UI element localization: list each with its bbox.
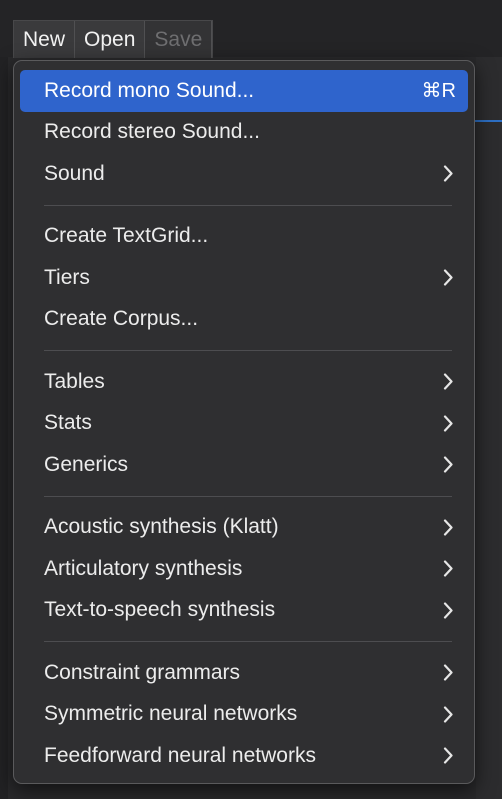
menu-item-label: Create TextGrid... — [44, 224, 209, 248]
menu-item-label: Feedforward neural networks — [44, 743, 316, 767]
chevron-right-icon — [442, 704, 454, 724]
menu-item-acoustic-synthesis-klatt[interactable]: Acoustic synthesis (Klatt) — [20, 507, 468, 549]
menu-new[interactable]: New — [14, 21, 76, 58]
menu-item-create-corpus[interactable]: Create Corpus... — [20, 299, 468, 341]
chevron-right-icon — [442, 455, 454, 475]
chevron-right-icon — [442, 413, 454, 433]
chevron-right-icon — [442, 517, 454, 537]
menu-item-constraint-grammars[interactable]: Constraint grammars — [20, 652, 468, 694]
menu-item-tiers[interactable]: Tiers — [20, 257, 468, 299]
window-left-edge — [0, 57, 8, 799]
menu-item-sound[interactable]: Sound — [20, 153, 468, 195]
menu-item-label: Text-to-speech synthesis — [44, 598, 276, 622]
menu-item-label: Create Corpus... — [44, 307, 199, 331]
menu-bar: New Open Save — [13, 20, 214, 58]
menu-item-articulatory-synthesis[interactable]: Articulatory synthesis — [20, 548, 468, 590]
menu-separator — [44, 350, 452, 351]
keyboard-shortcut: ⌘R — [421, 80, 456, 103]
menu-item-label: Constraint grammars — [44, 660, 241, 684]
menu-item-text-to-speech-synthesis[interactable]: Text-to-speech synthesis — [20, 590, 468, 632]
menu-item-stats[interactable]: Stats — [20, 403, 468, 445]
menu-open[interactable]: Open — [75, 21, 146, 58]
menu-item-symmetric-neural-networks[interactable]: Symmetric neural networks — [20, 694, 468, 736]
menu-item-label: Tiers — [44, 265, 90, 289]
menu-item-label: Tables — [44, 369, 105, 393]
menu-item-label: Record stereo Sound... — [44, 120, 260, 144]
chevron-right-icon — [442, 559, 454, 579]
menu-item-label: Sound — [44, 161, 105, 185]
chevron-right-icon — [442, 600, 454, 620]
menu-item-generics[interactable]: Generics — [20, 444, 468, 486]
menu-separator — [44, 641, 452, 642]
chevron-right-icon — [442, 372, 454, 392]
background-panel — [476, 57, 502, 799]
menu-item-record-mono-sound[interactable]: Record mono Sound... ⌘R — [20, 70, 468, 112]
menu-separator — [44, 204, 452, 206]
background-accent-line — [473, 120, 502, 122]
menu-item-feedforward-neural-networks[interactable]: Feedforward neural networks — [20, 735, 468, 777]
menu-item-tables[interactable]: Tables — [20, 361, 468, 403]
menu-item-label: Symmetric neural networks — [44, 702, 298, 726]
menu-separator — [44, 495, 452, 497]
chevron-right-icon — [442, 746, 454, 766]
chevron-right-icon — [442, 268, 454, 288]
menu-item-label: Articulatory synthesis — [44, 556, 243, 580]
menu-item-label: Acoustic synthesis (Klatt) — [44, 515, 279, 539]
new-dropdown-menu: Record mono Sound... ⌘R Record stereo Soun… — [13, 60, 475, 784]
menu-save: Save — [145, 21, 213, 58]
menu-item-create-textgrid[interactable]: Create TextGrid... — [20, 216, 468, 258]
menu-item-label: Record mono Sound... — [44, 78, 255, 102]
menu-item-label: Stats — [44, 411, 92, 435]
chevron-right-icon — [442, 663, 454, 683]
menu-item-label: Generics — [44, 452, 129, 476]
chevron-right-icon — [442, 164, 454, 184]
menu-item-record-stereo-sound[interactable]: Record stereo Sound... — [20, 112, 468, 154]
